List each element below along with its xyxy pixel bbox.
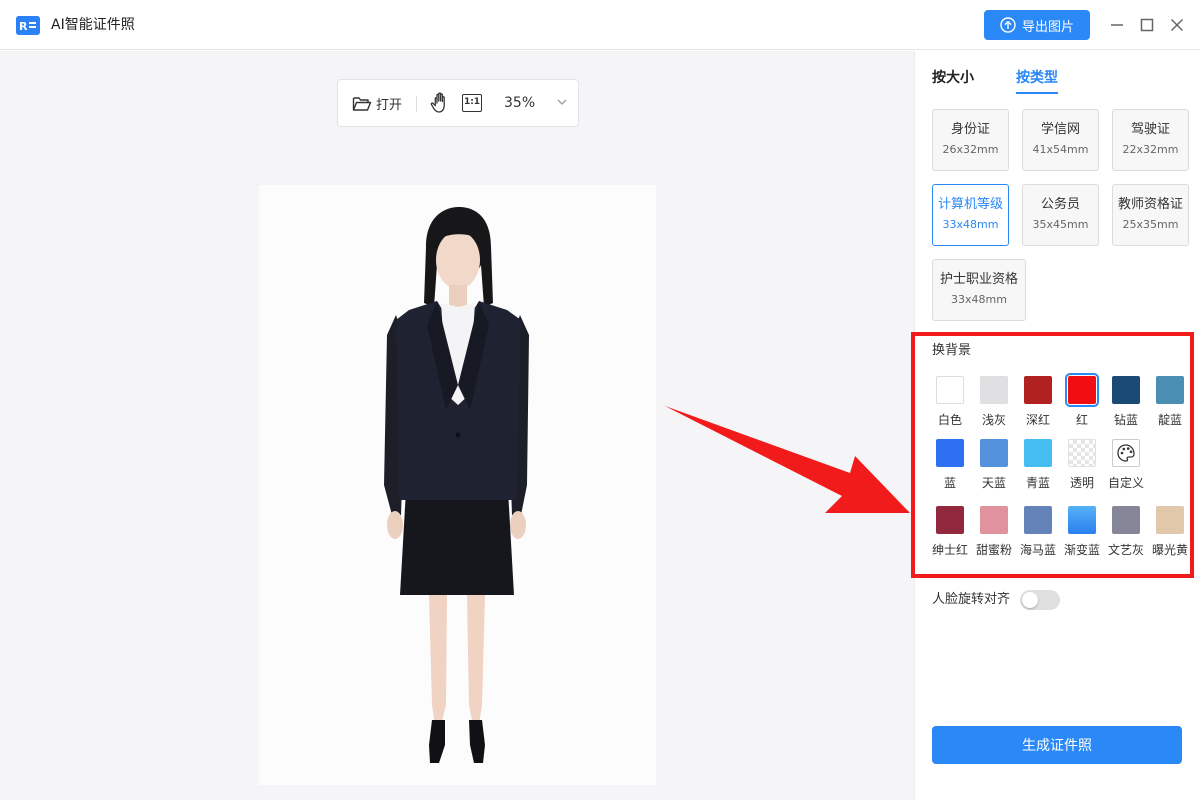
type-name: 学信网: [1040, 122, 1080, 137]
type-size: 25x35mm: [1122, 218, 1179, 231]
open-button[interactable]: 打开: [352, 94, 402, 113]
type-size: 35x45mm: [1032, 218, 1089, 231]
swatch-gentleman-red[interactable]: 绅士红: [928, 506, 972, 564]
palette-icon: [1117, 444, 1135, 462]
type-card-nurse-cert[interactable]: 护士职业资格 33x48mm: [932, 259, 1026, 321]
type-size: 41x54mm: [1032, 143, 1089, 156]
face-align-toggle[interactable]: [1020, 590, 1060, 610]
swatch-light-gray[interactable]: 浅灰: [972, 376, 1016, 434]
swatch-custom[interactable]: 自定义: [1104, 439, 1148, 497]
open-label: 打开: [376, 98, 403, 113]
type-card-computer-level[interactable]: 计算机等级 33x48mm: [932, 184, 1009, 246]
toggle-knob: [1022, 592, 1038, 608]
swatch-color: [936, 439, 964, 467]
active-tab-indicator: [1016, 92, 1058, 94]
maximize-button[interactable]: [1137, 15, 1157, 35]
swatch-color: [980, 376, 1008, 404]
swatch-label: 靛蓝: [1157, 413, 1182, 427]
swatch-color: [980, 506, 1008, 534]
hand-icon: [430, 92, 445, 113]
app-title: AI智能证件照: [51, 17, 135, 33]
swatch-color: [936, 506, 964, 534]
swatch-blue[interactable]: 蓝: [928, 439, 972, 497]
actual-size-button[interactable]: 1:1: [462, 94, 482, 112]
swatch-color: [1024, 376, 1052, 404]
swatch-exposure-yellow[interactable]: 曝光黄: [1148, 506, 1192, 564]
type-card-teacher-cert[interactable]: 教师资格证 25x35mm: [1112, 184, 1189, 246]
swatch-color: [1024, 506, 1052, 534]
minimize-button[interactable]: [1107, 15, 1127, 35]
toolbar-divider: [416, 96, 417, 112]
swatch-white[interactable]: 白色: [928, 376, 972, 434]
swatch-sweet-pink[interactable]: 甜蜜粉: [972, 506, 1016, 564]
export-image-button[interactable]: 导出图片: [984, 10, 1090, 40]
minimize-icon: [1111, 24, 1123, 26]
swatch-color: [1156, 376, 1184, 404]
person-figure-image: [259, 185, 656, 785]
upload-icon: [1000, 17, 1016, 33]
close-button[interactable]: [1167, 15, 1187, 35]
swatch-dark-red[interactable]: 深红: [1016, 376, 1060, 434]
type-name: 护士职业资格: [939, 272, 1018, 287]
type-size: 22x32mm: [1122, 143, 1179, 156]
swatch-gradient-blue[interactable]: 渐变蓝: [1060, 506, 1104, 564]
swatch-color: [980, 439, 1008, 467]
folder-open-icon: [352, 96, 372, 111]
export-label: 导出图片: [1021, 19, 1074, 35]
swatch-seahorse-blue[interactable]: 海马蓝: [1016, 506, 1060, 564]
swatch-diamond-blue[interactable]: 钻蓝: [1104, 376, 1148, 434]
swatch-color: [1112, 506, 1140, 534]
swatch-indigo[interactable]: 靛蓝: [1148, 376, 1192, 434]
type-name: 公务员: [1040, 197, 1080, 212]
type-card-civil-servant[interactable]: 公务员 35x45mm: [1022, 184, 1099, 246]
type-size: 33x48mm: [942, 218, 999, 231]
type-card-driver-license[interactable]: 驾驶证 22x32mm: [1112, 109, 1189, 171]
tab-by-type[interactable]: 按类型: [1016, 68, 1058, 88]
swatch-color: [1065, 373, 1099, 407]
title-bar: R AI智能证件照 导出图片: [0, 0, 1200, 50]
settings-panel: 按大小 按类型 身份证 26x32mm 学信网 41x54mm 驾驶证 22x3…: [911, 51, 1200, 800]
maximize-icon: [1140, 18, 1154, 32]
portrait-photo: [259, 185, 656, 785]
swatch-color: [936, 376, 964, 404]
tab-by-size[interactable]: 按大小: [932, 68, 974, 88]
generate-photo-button[interactable]: 生成证件照: [932, 726, 1182, 764]
swatch-label: 曝光黄: [1151, 543, 1188, 557]
swatch-color: [1112, 439, 1140, 467]
swatch-color: [1156, 506, 1184, 534]
close-icon: [1170, 18, 1184, 32]
swatch-red[interactable]: 红: [1060, 373, 1104, 434]
swatch-color: [1068, 506, 1096, 534]
type-size: 33x48mm: [951, 293, 1007, 306]
swatch-label: 自定义: [1107, 476, 1144, 490]
transparent-checker-icon: [1068, 439, 1096, 467]
type-name: 身份证: [950, 122, 990, 137]
type-card-id[interactable]: 身份证 26x32mm: [932, 109, 1009, 171]
zoom-level: 35%: [504, 95, 536, 111]
swatch-transparent[interactable]: 透明: [1060, 439, 1104, 497]
red-arrow-annotation: [665, 406, 910, 513]
type-size: 26x32mm: [942, 143, 999, 156]
id-card-icon: R: [16, 16, 40, 35]
swatch-color: [1112, 376, 1140, 404]
type-name: 驾驶证: [1130, 122, 1170, 137]
type-card-chsi[interactable]: 学信网 41x54mm: [1022, 109, 1099, 171]
svg-text:R: R: [19, 20, 28, 33]
canvas-area: 打开 1:1 35%: [0, 51, 914, 800]
hand-tool-button[interactable]: [430, 92, 450, 114]
image-toolbar: 打开 1:1 35%: [337, 79, 579, 127]
chevron-down-icon[interactable]: [556, 96, 568, 108]
background-section-title: 换背景: [932, 343, 972, 358]
type-name: 计算机等级: [937, 197, 1003, 212]
type-name: 教师资格证: [1117, 197, 1183, 212]
swatch-color: [1024, 439, 1052, 467]
swatch-sky-blue[interactable]: 天蓝: [972, 439, 1016, 497]
face-align-label: 人脸旋转对齐: [932, 592, 1011, 607]
swatch-art-gray[interactable]: 文艺灰: [1104, 506, 1148, 564]
swatch-cyan-blue[interactable]: 青蓝: [1016, 439, 1060, 497]
